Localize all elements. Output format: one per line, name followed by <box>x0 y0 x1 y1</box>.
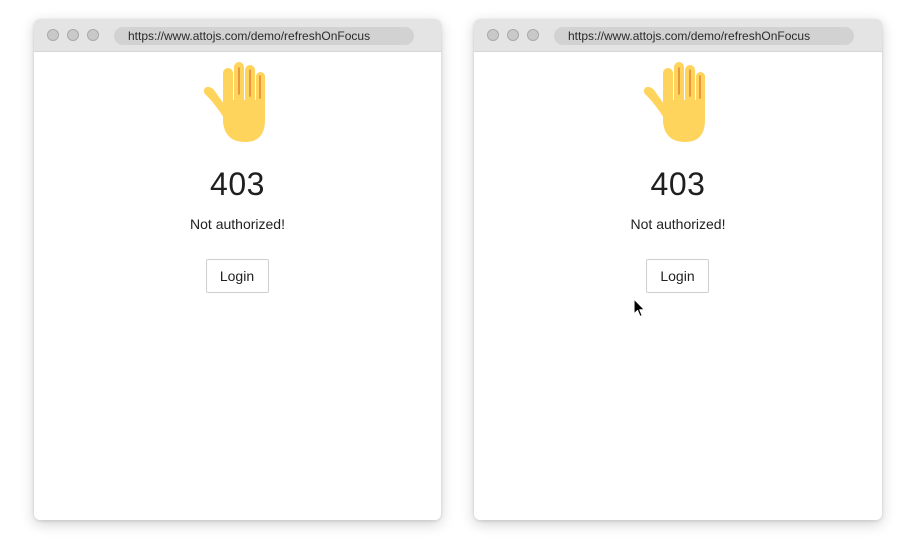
minimize-window-button[interactable] <box>67 29 79 41</box>
browser-window-left: https://www.attojs.com/demo/refreshOnFoc… <box>34 19 441 520</box>
error-message: Not authorized! <box>630 216 726 232</box>
browser-window-right: https://www.attojs.com/demo/refreshOnFoc… <box>474 19 882 520</box>
minimize-window-button[interactable] <box>507 29 519 41</box>
maximize-window-button[interactable] <box>527 29 539 41</box>
mouse-pointer-icon <box>633 298 646 318</box>
maximize-window-button[interactable] <box>87 29 99 41</box>
status-code: 403 <box>210 166 265 202</box>
window-titlebar: https://www.attojs.com/demo/refreshOnFoc… <box>34 19 441 52</box>
login-button[interactable]: Login <box>205 259 269 293</box>
raised-hand-icon <box>203 62 265 142</box>
page-content: 403 Not authorized! Login <box>474 52 882 520</box>
raised-hand-icon <box>643 62 705 142</box>
screen: https://www.attojs.com/demo/refreshOnFoc… <box>0 0 914 542</box>
status-code: 403 <box>650 166 706 202</box>
address-bar[interactable]: https://www.attojs.com/demo/refreshOnFoc… <box>554 27 854 45</box>
close-window-button[interactable] <box>487 29 499 41</box>
page-content: 403 Not authorized! Login <box>34 52 441 520</box>
close-window-button[interactable] <box>47 29 59 41</box>
error-message: Not authorized! <box>190 216 285 232</box>
login-button[interactable]: Login <box>646 259 709 293</box>
window-titlebar: https://www.attojs.com/demo/refreshOnFoc… <box>474 19 882 52</box>
address-bar[interactable]: https://www.attojs.com/demo/refreshOnFoc… <box>114 27 414 45</box>
